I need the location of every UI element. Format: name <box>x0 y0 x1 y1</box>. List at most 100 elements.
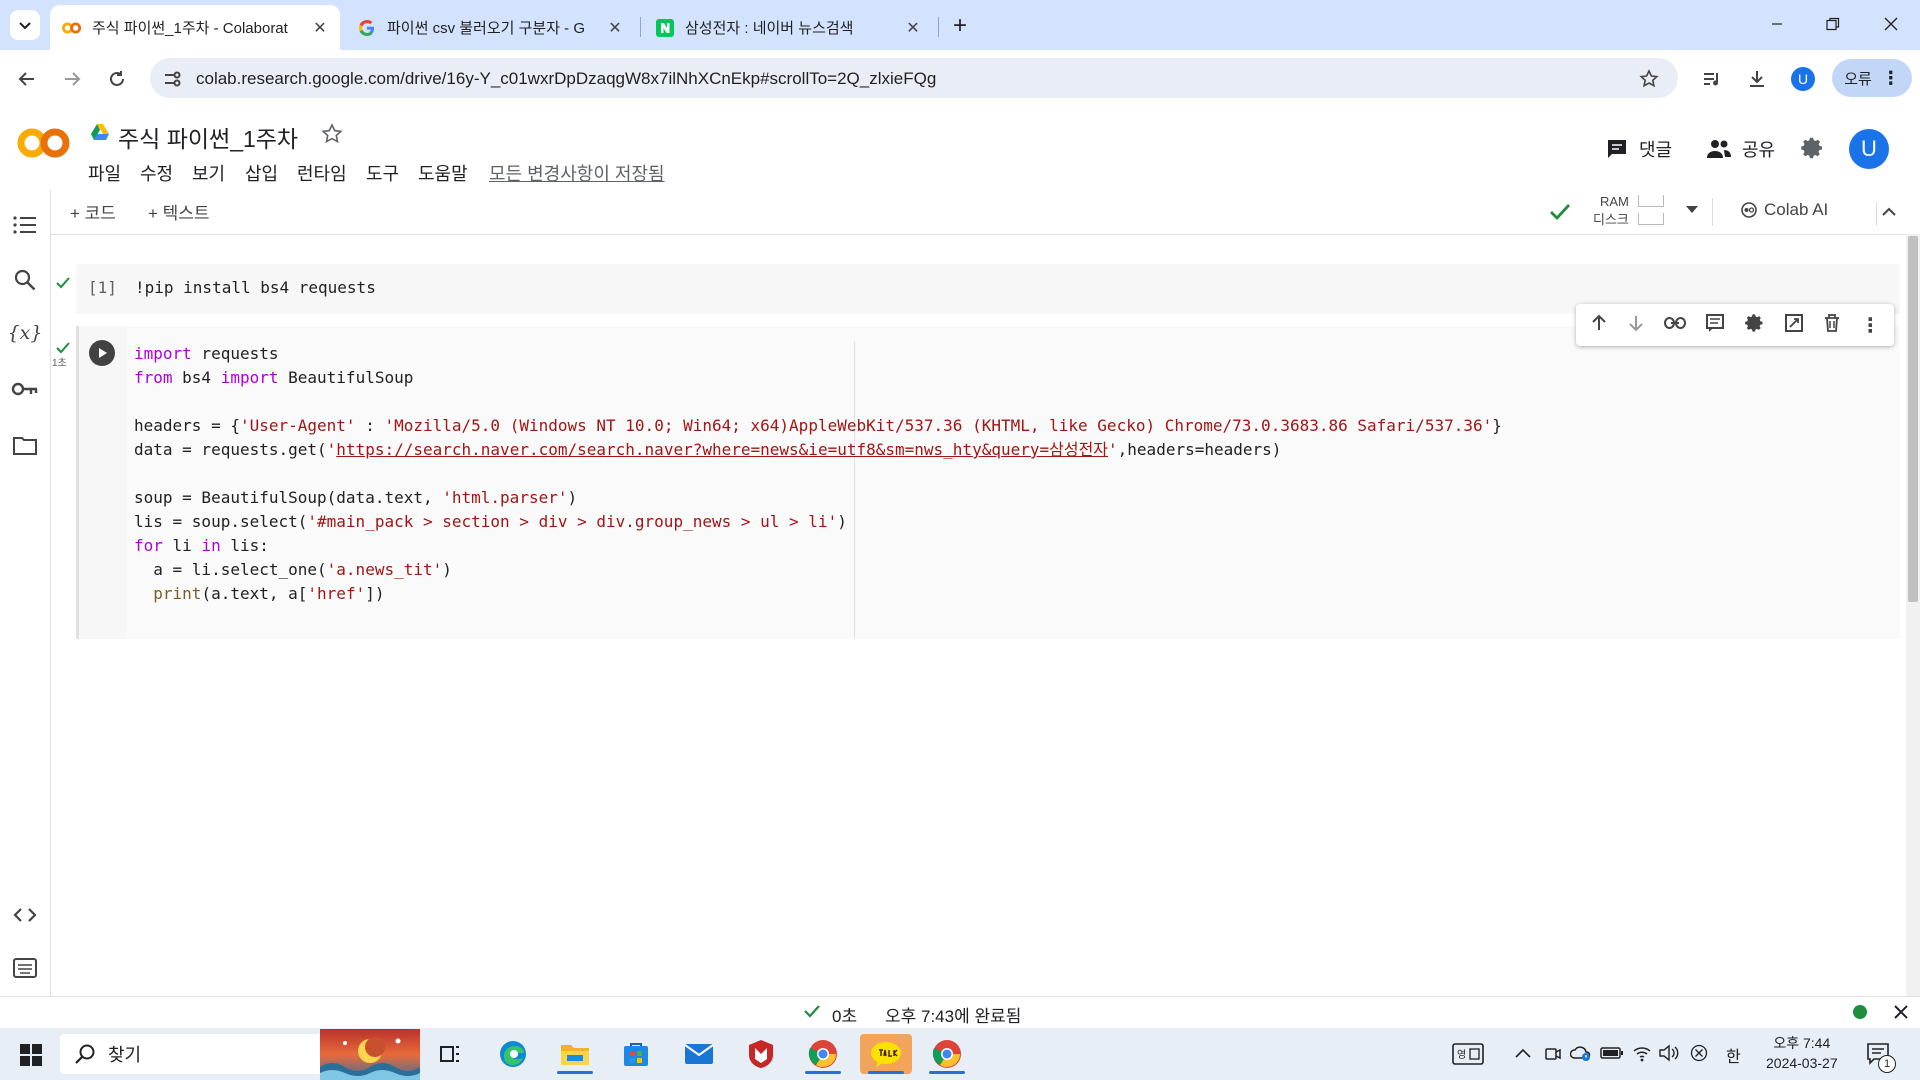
colab-logo[interactable] <box>17 126 71 165</box>
search-icon[interactable] <box>10 265 40 295</box>
close-icon[interactable] <box>1893 1004 1909 1025</box>
chevron-up-icon[interactable] <box>1514 1046 1532 1065</box>
search-placeholder: 찾기 <box>108 1045 142 1065</box>
code-snippets-icon[interactable] <box>10 900 40 930</box>
comment-icon[interactable] <box>1705 313 1725 338</box>
status-completed[interactable]: 오후 7:43에 완료됨 <box>885 1002 1021 1027</box>
mail-icon[interactable] <box>673 1034 725 1074</box>
close-window-button[interactable] <box>1868 8 1914 40</box>
close-tab-icon[interactable]: ✕ <box>901 16 925 40</box>
variables-icon[interactable]: {x} <box>8 318 43 348</box>
execution-count: [1] <box>88 278 117 297</box>
ime-indicator[interactable]: 한 <box>1726 1043 1741 1067</box>
profile-avatar[interactable]: U <box>1791 67 1815 91</box>
file-explorer-icon[interactable] <box>549 1034 601 1074</box>
chevron-up-icon[interactable] <box>1880 203 1898 226</box>
user-avatar[interactable]: U <box>1849 129 1889 169</box>
chrome-browser-icon-2[interactable] <box>921 1034 973 1074</box>
cell-code[interactable]: !pip install bs4 requests <box>135 276 376 300</box>
windows-start-icon[interactable] <box>20 1044 42 1071</box>
notebook-scrollbar-thumb[interactable] <box>1908 236 1918 602</box>
resource-monitor[interactable]: RAM 디스크 <box>1593 193 1629 229</box>
move-cell-up-icon[interactable] <box>1590 314 1608 337</box>
command-palette-icon[interactable] <box>10 953 40 983</box>
meet-now-icon[interactable] <box>1544 1045 1562 1068</box>
mcafee-shield-icon[interactable] <box>735 1034 787 1074</box>
new-tab-button[interactable]: + <box>946 12 974 40</box>
keyboard-layout-icon[interactable]: 영 <box>1452 1043 1484 1070</box>
close-tab-icon[interactable]: ✕ <box>308 16 332 40</box>
taskbar-clock[interactable]: 오후 7:44 2024-03-27 <box>1766 1033 1838 1073</box>
minimize-window-button[interactable] <box>1754 8 1800 40</box>
close-tab-icon[interactable]: ✕ <box>603 16 627 40</box>
menu-runtime[interactable]: 런타임 <box>297 160 347 186</box>
move-cell-down-icon[interactable] <box>1627 314 1645 337</box>
secrets-key-icon[interactable] <box>10 374 40 404</box>
svg-text:영: 영 <box>1457 1049 1466 1061</box>
browser-tab-google[interactable]: 파이썬 csv 불러오기 구분자 - G ✕ <box>345 5 635 50</box>
colab-ai-icon <box>1741 202 1757 218</box>
table-of-contents-icon[interactable] <box>10 210 40 240</box>
connection-status-dot[interactable] <box>1853 1005 1867 1019</box>
search-highlight-image[interactable] <box>320 1029 420 1080</box>
microsoft-store-icon[interactable] <box>610 1034 662 1074</box>
browser-tab-colab[interactable]: 주식 파이썬_1주차 - Colaborat ✕ <box>50 5 340 50</box>
comment-button[interactable]: 댓글 <box>1605 136 1672 162</box>
more-vert-icon[interactable]: ⋮ <box>1860 313 1880 338</box>
add-code-cell-button[interactable]: + 코드 <box>70 199 116 224</box>
share-label: 공유 <box>1742 140 1776 160</box>
tab-search-button[interactable] <box>10 10 40 40</box>
notebook-title[interactable]: 주식 파이썬_1주차 <box>118 120 298 154</box>
edge-browser-icon[interactable] <box>487 1034 539 1074</box>
menu-help[interactable]: 도움말 <box>418 160 468 186</box>
disk-label: 디스크 <box>1593 212 1629 227</box>
runtime-connected-check-icon[interactable] <box>1548 200 1572 229</box>
status-elapsed[interactable]: 0초 <box>832 1002 857 1027</box>
comment-label: 댓글 <box>1639 140 1673 160</box>
mirror-cell-icon[interactable] <box>1784 313 1804 338</box>
chrome-browser-icon[interactable] <box>797 1034 849 1074</box>
menu-tools[interactable]: 도구 <box>366 160 399 186</box>
cell-settings-gear-icon[interactable] <box>1744 313 1765 338</box>
cell-code[interactable]: import requests from bs4 import Beautifu… <box>134 342 1502 606</box>
url-text[interactable]: colab.research.google.com/drive/16y-Y_c0… <box>196 69 936 89</box>
menu-edit[interactable]: 수정 <box>140 160 173 186</box>
tab-title: 삼성전자 : 네이버 뉴스검색 <box>685 20 854 37</box>
download-icon[interactable] <box>1742 64 1772 94</box>
battery-icon[interactable] <box>1600 1046 1624 1065</box>
media-control-icon[interactable] <box>1697 64 1727 94</box>
runtime-dropdown-icon[interactable] <box>1684 203 1700 221</box>
save-status[interactable]: 모든 변경사항이 저장됨 <box>489 160 665 186</box>
disconnected-status-icon[interactable] <box>1690 1044 1708 1067</box>
forward-button[interactable] <box>57 64 87 94</box>
link-icon[interactable] <box>1664 316 1687 335</box>
kakaotalk-icon[interactable] <box>860 1034 912 1074</box>
colab-ai-button[interactable]: Colab AI <box>1740 200 1828 220</box>
settings-gear-icon[interactable] <box>1801 136 1825 165</box>
delete-cell-icon[interactable] <box>1823 313 1841 338</box>
run-cell-button[interactable] <box>89 340 115 366</box>
menu-insert[interactable]: 삽입 <box>245 160 278 186</box>
ram-usage-bar <box>1638 195 1664 207</box>
share-button[interactable]: 공유 <box>1706 136 1775 162</box>
task-view-icon[interactable] <box>424 1034 476 1074</box>
menu-view[interactable]: 보기 <box>192 160 225 186</box>
onedrive-sync-icon[interactable] <box>1569 1044 1592 1067</box>
restore-window-button[interactable] <box>1810 8 1856 40</box>
toolbar-divider <box>1712 198 1713 226</box>
profile-error-chip[interactable]: 오류 ⋮ <box>1832 59 1912 97</box>
site-info-icon[interactable] <box>162 69 182 89</box>
volume-icon[interactable] <box>1658 1044 1680 1067</box>
star-icon[interactable] <box>320 122 344 151</box>
tab-separator <box>640 17 641 37</box>
browser-tab-naver[interactable]: 삼성전자 : 네이버 뉴스검색 ✕ <box>643 5 933 50</box>
reload-button[interactable] <box>102 64 132 94</box>
files-folder-icon[interactable] <box>10 430 40 460</box>
taskbar-search-box[interactable]: 찾기 <box>60 1034 322 1074</box>
bookmark-star-icon[interactable] <box>1634 64 1664 94</box>
back-button[interactable] <box>12 64 42 94</box>
wifi-icon[interactable] <box>1632 1044 1652 1067</box>
cell-run-time: 1초 <box>52 358 67 369</box>
add-text-cell-button[interactable]: + 텍스트 <box>148 199 210 224</box>
menu-file[interactable]: 파일 <box>88 160 121 186</box>
